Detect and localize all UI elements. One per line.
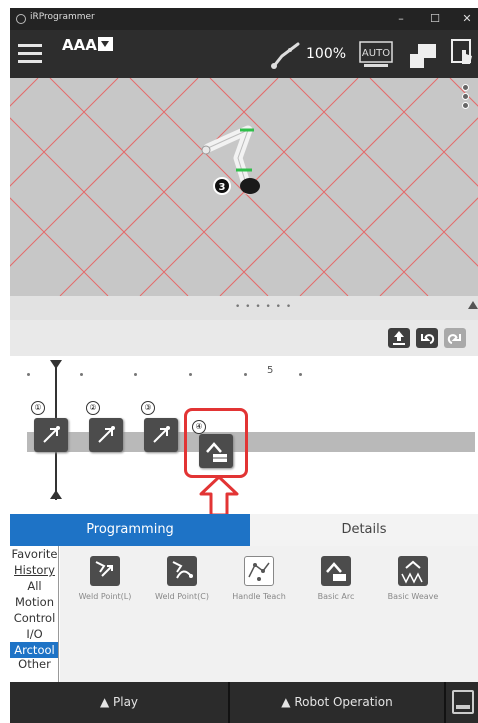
collapse-up-icon[interactable] (468, 301, 478, 309)
highlight-box (184, 408, 248, 478)
linear-move-icon (98, 426, 115, 443)
timeline-tick (27, 373, 30, 376)
maximize-button[interactable]: ☐ (424, 10, 446, 28)
touch-mode-icon[interactable] (450, 38, 478, 68)
auto-label: AUTO (362, 48, 390, 59)
category-favorite[interactable]: Favorite (10, 546, 58, 562)
command-palette: Weld Point(L) Weld Point(C) Handle Teach… (60, 546, 478, 682)
timeline-tick (244, 373, 247, 376)
palette-label: Basic Weave (387, 592, 439, 601)
tab-details[interactable]: Details (250, 514, 478, 546)
override-speed[interactable]: 100% (306, 46, 346, 62)
view-splitter[interactable]: • • • • • • (10, 296, 478, 320)
palette-item-handle-teach[interactable]: Handle Teach (224, 556, 294, 601)
3d-view[interactable]: 3 (10, 78, 478, 296)
timeline-cursor-head-icon[interactable] (50, 360, 62, 369)
basic-arc-icon (321, 556, 351, 586)
auto-mode-icon[interactable]: AUTO (358, 40, 394, 68)
teach-pendant-icon[interactable] (408, 40, 438, 70)
palette-item-weld-point-l[interactable]: Weld Point(L) (70, 556, 140, 601)
app-icon (16, 14, 26, 24)
robot-operation-button[interactable]: ▲ Robot Operation (230, 682, 444, 723)
category-all[interactable]: All (10, 578, 58, 594)
program-timeline[interactable]: 5 ① ② ③ ④ (10, 356, 478, 517)
category-io[interactable]: I/O (10, 626, 58, 642)
bottom-bar: ▲ Play ▲ Robot Operation (10, 682, 478, 723)
linear-move-icon (153, 426, 170, 443)
category-arctool[interactable]: Arctool (10, 642, 58, 658)
close-button[interactable]: ✕ (456, 10, 478, 28)
category-history[interactable]: History (10, 562, 58, 578)
program-dropdown-icon[interactable] (98, 37, 113, 51)
timeline-command-2[interactable] (89, 418, 123, 452)
command-number: ② (86, 401, 100, 415)
palette-label: Basic Arc (317, 592, 355, 601)
program-name[interactable]: AAA (62, 36, 97, 54)
panel-tabs: Programming Details (10, 514, 478, 546)
upload-icon[interactable] (388, 328, 410, 348)
palette-label: Weld Point(L) (78, 592, 132, 601)
palette-label: Weld Point(C) (155, 592, 209, 601)
timeline-command-1[interactable] (34, 418, 68, 452)
undo-icon[interactable] (416, 328, 438, 348)
splitter-grip-icon[interactable]: • • • • • • (235, 302, 292, 312)
timeline-tick (134, 373, 137, 376)
weld-point-linear-icon (90, 556, 120, 586)
category-control[interactable]: Control (10, 610, 58, 626)
linear-move-icon (43, 426, 60, 443)
handle-teach-icon (244, 556, 274, 586)
app-toolbar: AAA 100% AUTO (10, 30, 478, 78)
play-button[interactable]: ▲ Play (10, 682, 228, 723)
timeline-cursor-foot-icon[interactable] (50, 490, 62, 499)
floor-grid: 3 (10, 78, 478, 296)
minimize-button[interactable]: – (390, 10, 412, 28)
category-motion[interactable]: Motion (10, 594, 58, 610)
palette-label: Handle Teach (232, 592, 286, 601)
divider (444, 682, 446, 723)
weld-point-circular-icon (167, 556, 197, 586)
up-arrow-annotation-icon (199, 475, 239, 517)
palette-item-basic-weave[interactable]: Basic Weave (378, 556, 448, 601)
window-title: iRProgrammer (30, 12, 95, 22)
category-other[interactable]: Other (10, 658, 58, 671)
pendant-icon[interactable] (452, 690, 474, 714)
timeline-tick (299, 373, 302, 376)
basic-weave-icon (398, 556, 428, 586)
window-title-bar: iRProgrammer – ☐ ✕ (10, 8, 478, 30)
palette-item-weld-point-c[interactable]: Weld Point(C) (147, 556, 217, 601)
timeline-scale-label: 5 (267, 365, 274, 376)
timeline-command-3[interactable] (144, 418, 178, 452)
command-number: ① (31, 401, 45, 415)
timeline-tick (189, 373, 192, 376)
robot-model (201, 125, 260, 195)
hamburger-menu-icon[interactable] (16, 40, 44, 68)
tab-programming[interactable]: Programming (10, 514, 250, 546)
edit-toolbar (10, 320, 478, 356)
position-badge: 3 (219, 182, 226, 193)
command-number: ③ (141, 401, 155, 415)
robot-arm-icon[interactable] (268, 38, 304, 70)
redo-icon[interactable] (444, 328, 466, 348)
command-categories: Favorite History All Motion Control I/O … (10, 546, 59, 682)
view-options-icon[interactable] (462, 84, 470, 111)
timeline-tick (80, 373, 83, 376)
palette-item-basic-arc[interactable]: Basic Arc (301, 556, 371, 601)
